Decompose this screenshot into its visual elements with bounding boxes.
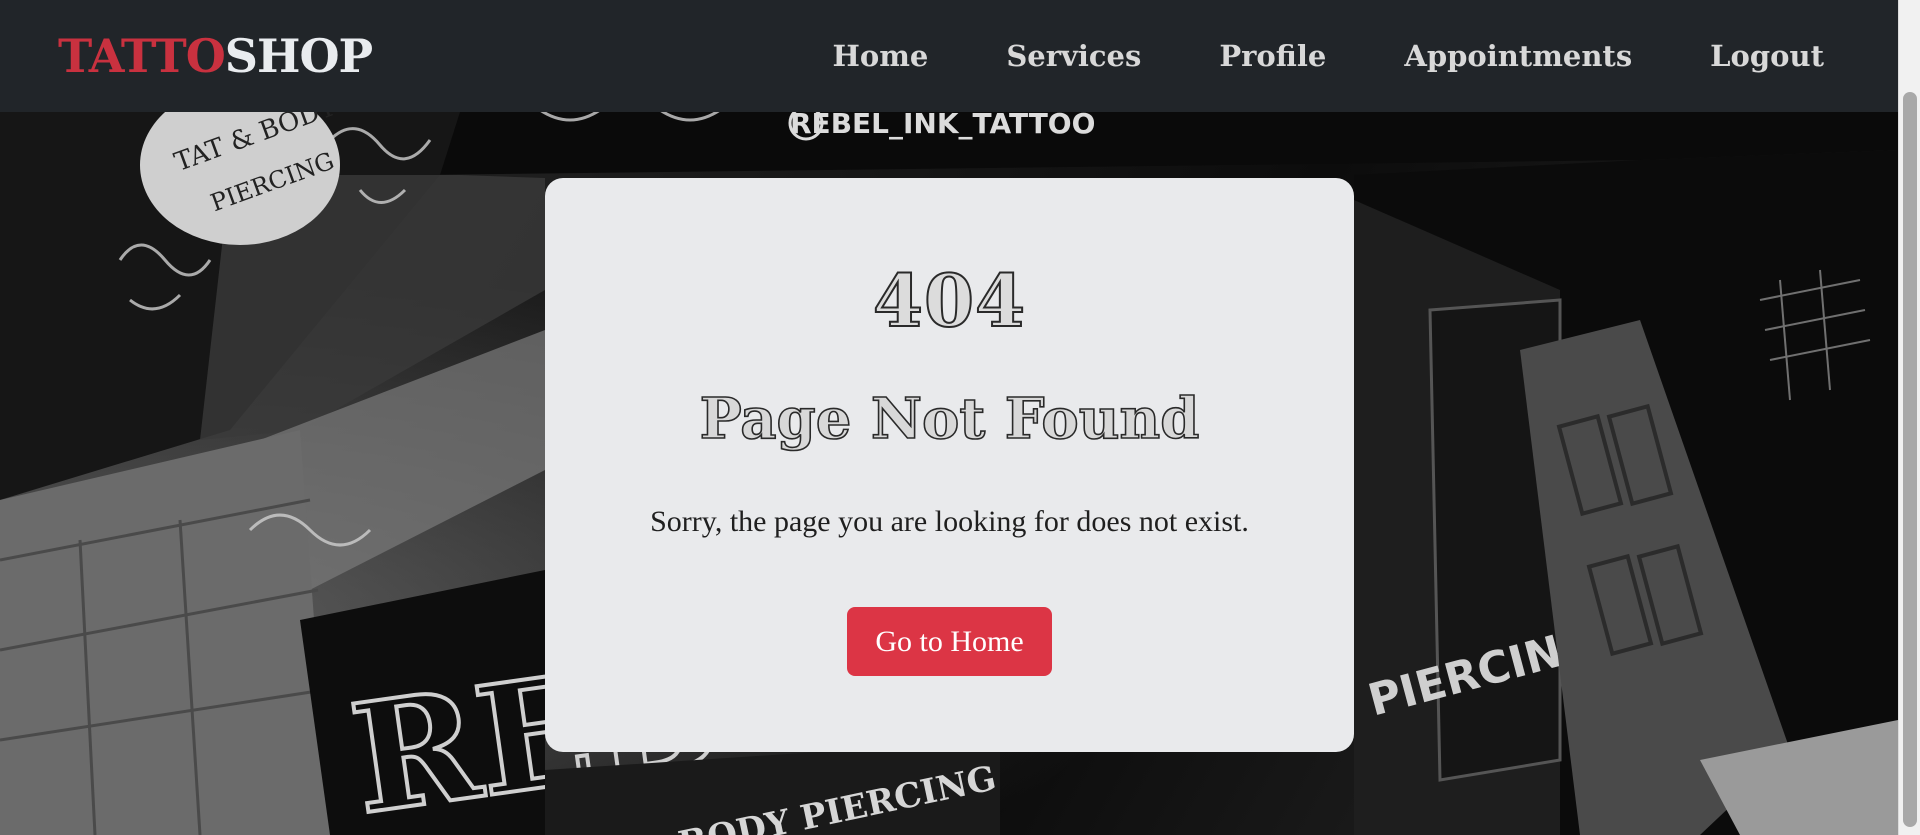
nav-link-services[interactable]: Services xyxy=(967,31,1180,81)
nav-link-appointments[interactable]: Appointments xyxy=(1365,31,1671,81)
error-code: 404 xyxy=(872,257,1027,344)
go-home-button[interactable]: Go to Home xyxy=(847,607,1052,676)
brand-name-part1: TATTO xyxy=(58,29,226,83)
nav-link-profile[interactable]: Profile xyxy=(1180,31,1365,81)
error-message: Sorry, the page you are looking for does… xyxy=(650,505,1249,538)
scrollbar-thumb[interactable] xyxy=(1903,92,1917,827)
top-navbar: TATTO SHOP Home Services Profile Appointm… xyxy=(0,0,1898,112)
vertical-scrollbar[interactable] xyxy=(1898,0,1920,835)
error-card: 404 Page Not Found Sorry, the page you a… xyxy=(545,178,1354,752)
error-title: Page Not Found xyxy=(699,385,1200,453)
nav-link-logout[interactable]: Logout xyxy=(1671,31,1824,81)
brand-name-part2: SHOP xyxy=(224,29,373,83)
nav-menu: Home Services Profile Appointments Logou… xyxy=(793,31,1840,81)
nav-link-home[interactable]: Home xyxy=(793,31,967,81)
brand-logo-link[interactable]: TATTO SHOP xyxy=(58,29,373,83)
